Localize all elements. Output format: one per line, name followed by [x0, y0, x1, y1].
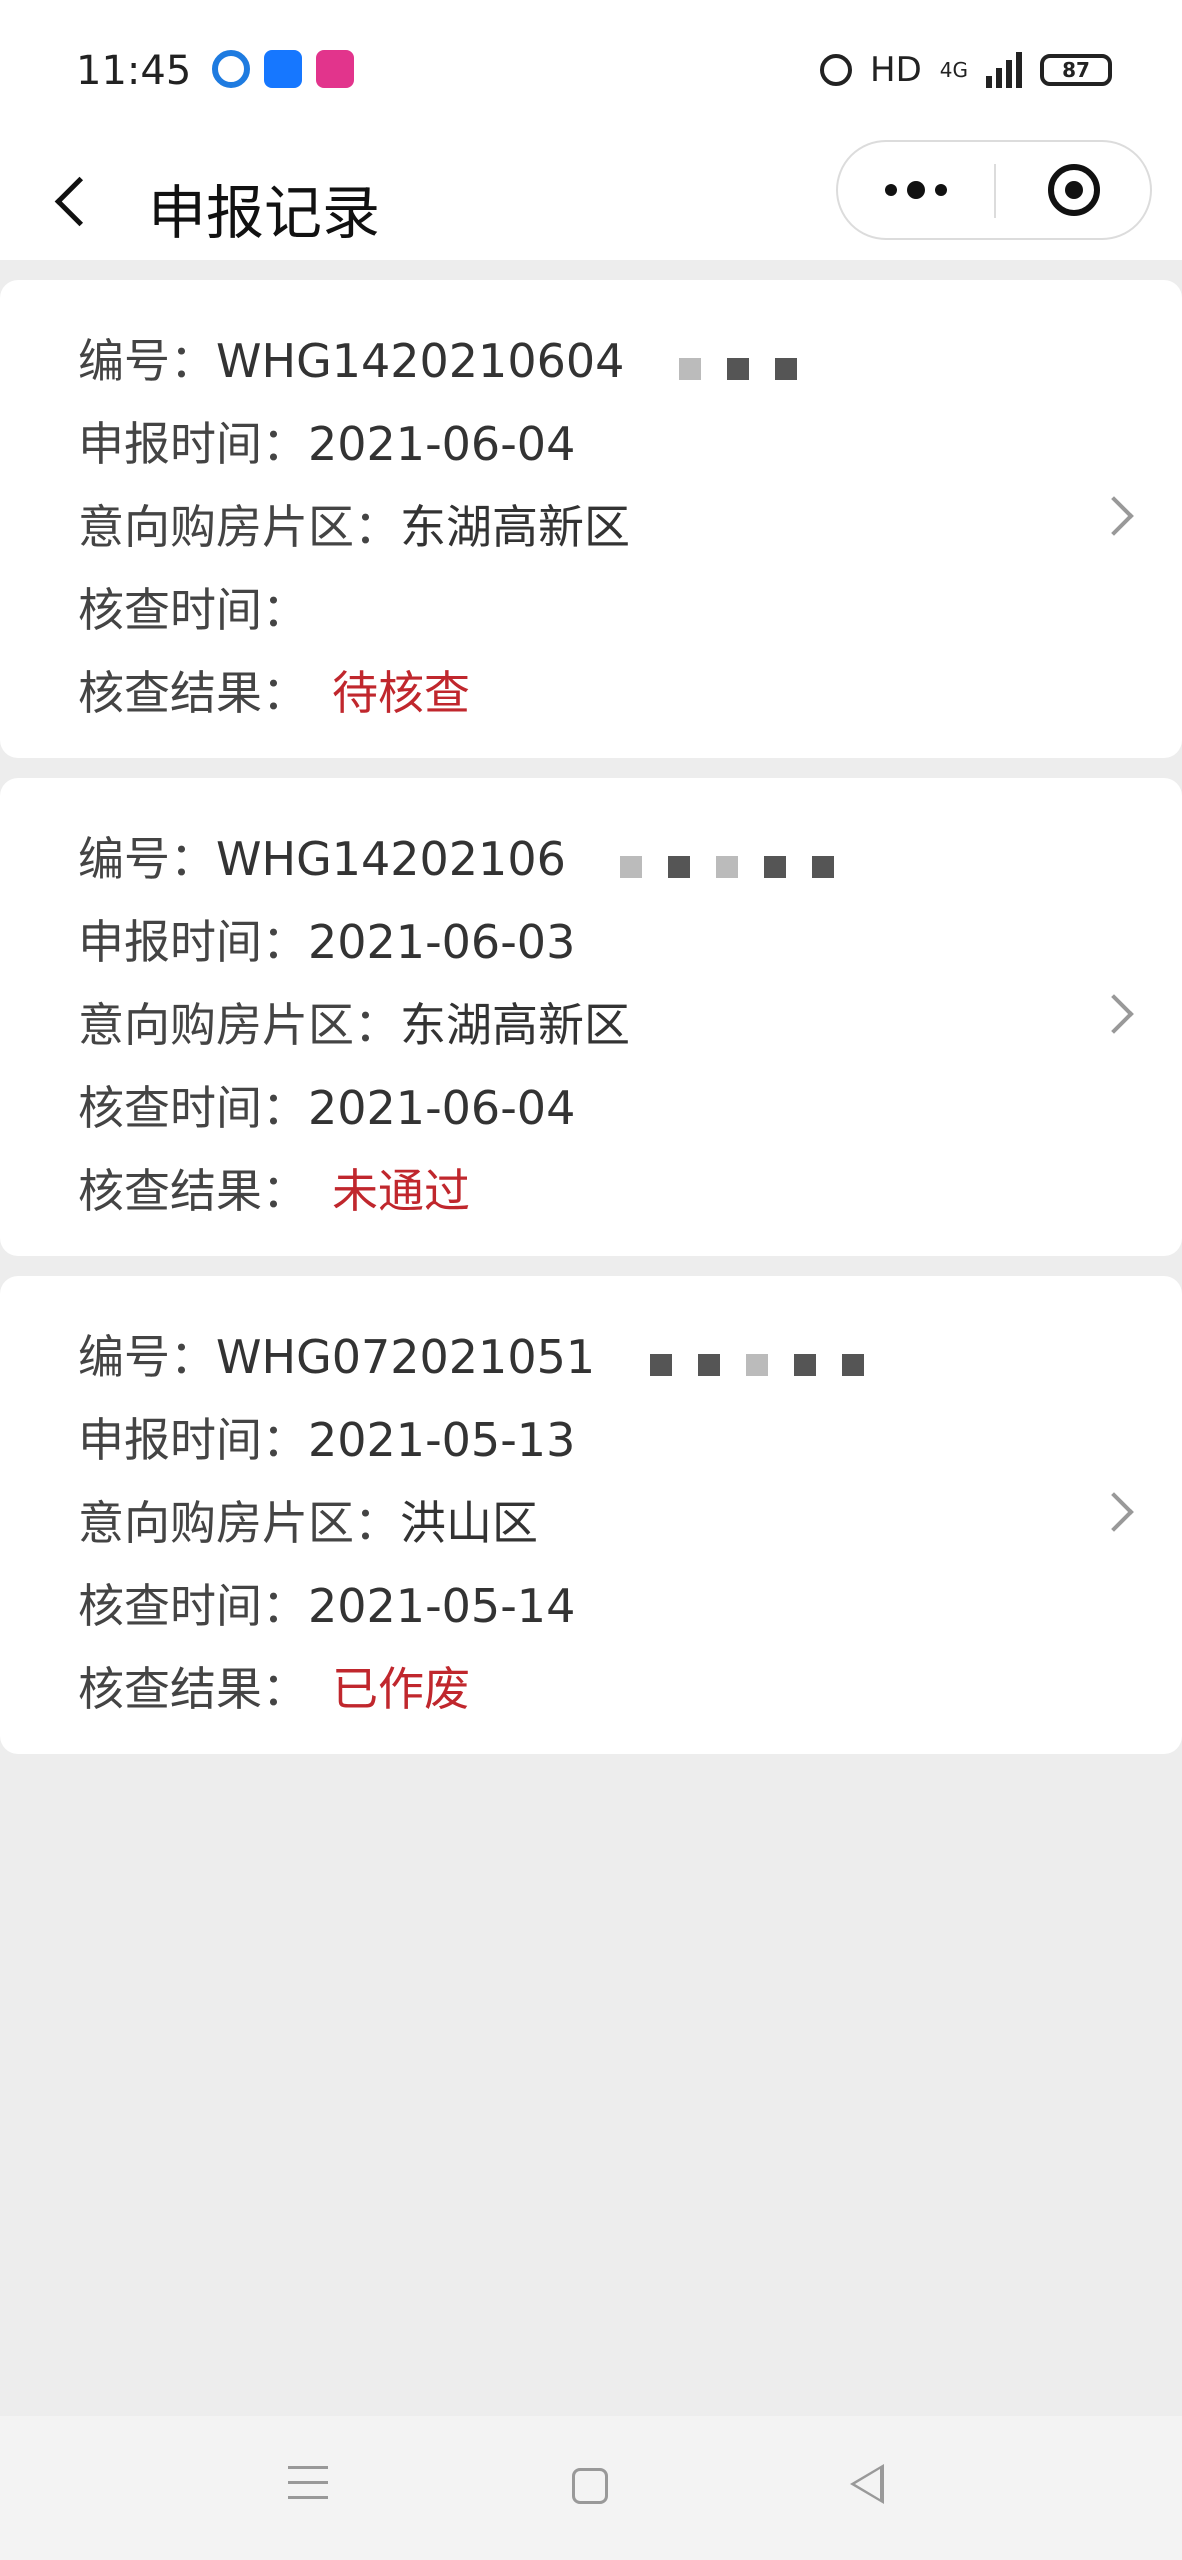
more-button[interactable] — [838, 142, 994, 238]
record-card[interactable]: 编号：WHG072021051 申报时间：2021-05-13 意向购房片区：洪… — [0, 1276, 1182, 1754]
result-row: 核查结果： 未通过 — [78, 1150, 1182, 1233]
id-value: WHG1420210604 — [216, 334, 625, 388]
id-label: 编号： — [78, 1330, 216, 1384]
status-badge: 待核查 — [332, 666, 470, 720]
close-button[interactable] — [996, 142, 1152, 238]
menu-icon[interactable] — [288, 2466, 328, 2506]
signal-icon — [986, 52, 1022, 88]
back-triangle-icon[interactable] — [850, 2464, 884, 2504]
browser-icon — [212, 50, 250, 88]
redacted-mask — [620, 821, 860, 904]
system-nav-bar — [0, 2416, 1182, 2560]
status-badge: 未通过 — [332, 1164, 470, 1218]
chevron-left-icon[interactable] — [44, 156, 114, 246]
report-time-row: 申报时间：2021-06-04 — [78, 403, 1182, 486]
district-value: 东湖高新区 — [400, 500, 630, 554]
district-label: 意向购房片区： — [78, 500, 400, 554]
more-dots-icon — [935, 184, 947, 196]
record-card[interactable]: 编号：WHG1420210604 申报时间：2021-06-04 意向购房片区：… — [0, 280, 1182, 758]
record-id-row: 编号：WHG1420210604 — [78, 320, 1182, 403]
record-id-row: 编号：WHG072021051 — [78, 1316, 1182, 1399]
id-value: WHG14202106 — [216, 832, 566, 886]
id-value: WHG072021051 — [216, 1330, 596, 1384]
report-time-value: 2021-05-13 — [308, 1413, 576, 1467]
redacted-mask — [649, 1319, 890, 1402]
report-time-row: 申报时间：2021-06-03 — [78, 901, 1182, 984]
district-label: 意向购房片区： — [78, 1496, 400, 1550]
check-time-label: 核查时间： — [78, 1081, 308, 1135]
district-value: 洪山区 — [400, 1496, 538, 1550]
more-dots-icon — [885, 184, 897, 196]
mini-program-capsule — [836, 140, 1152, 240]
status-time: 11:45 — [76, 48, 192, 94]
redacted-mask — [679, 323, 823, 406]
record-id-row: 编号：WHG14202106 — [78, 818, 1182, 901]
result-row: 核查结果： 待核查 — [78, 652, 1182, 735]
home-icon[interactable] — [572, 2468, 608, 2504]
result-label: 核查结果： — [78, 666, 308, 720]
district-row: 意向购房片区：洪山区 — [78, 1482, 1182, 1565]
status-bar: 11:45 HD 4G 87 — [0, 0, 1182, 140]
app-icon — [316, 50, 354, 88]
check-time-row: 核查时间：2021-06-04 — [78, 1067, 1182, 1150]
page-title: 申报记录 — [148, 179, 381, 247]
target-close-icon — [1048, 164, 1100, 216]
report-time-value: 2021-06-04 — [308, 417, 576, 471]
report-time-label: 申报时间： — [78, 417, 308, 471]
check-time-value: 2021-06-04 — [308, 1081, 576, 1135]
record-list: 编号：WHG1420210604 申报时间：2021-06-04 意向购房片区：… — [0, 280, 1182, 1774]
report-time-value: 2021-06-03 — [308, 915, 576, 969]
district-label: 意向购房片区： — [78, 998, 400, 1052]
check-time-value: 2021-05-14 — [308, 1579, 576, 1633]
battery-icon: 87 — [1040, 54, 1112, 86]
network-label: 4G — [939, 58, 968, 82]
alarm-icon — [820, 54, 853, 86]
district-row: 意向购房片区：东湖高新区 — [78, 984, 1182, 1067]
hd-label: HD — [870, 50, 922, 90]
check-time-row: 核查时间：2021-05-14 — [78, 1565, 1182, 1648]
more-dots-icon — [907, 181, 925, 199]
target-dot — [1065, 181, 1083, 199]
result-label: 核查结果： — [78, 1164, 308, 1218]
nav-bar: 申报记录 — [0, 140, 1182, 260]
id-label: 编号： — [78, 334, 216, 388]
district-row: 意向购房片区：东湖高新区 — [78, 486, 1182, 569]
result-label: 核查结果： — [78, 1662, 308, 1716]
id-label: 编号： — [78, 832, 216, 886]
alipay-icon — [264, 50, 302, 88]
report-time-label: 申报时间： — [78, 915, 308, 969]
notification-icons — [212, 50, 354, 88]
battery-level: 87 — [1062, 58, 1090, 82]
record-card[interactable]: 编号：WHG14202106 申报时间：2021-06-03 意向购房片区：东湖… — [0, 778, 1182, 1256]
report-time-row: 申报时间：2021-05-13 — [78, 1399, 1182, 1482]
district-value: 东湖高新区 — [400, 998, 630, 1052]
result-row: 核查结果： 已作废 — [78, 1648, 1182, 1731]
check-time-row: 核查时间： — [78, 569, 1182, 652]
report-time-label: 申报时间： — [78, 1413, 308, 1467]
check-time-label: 核查时间： — [78, 583, 308, 637]
status-right: HD 4G 87 — [820, 50, 1112, 90]
check-time-label: 核查时间： — [78, 1579, 308, 1633]
status-badge: 已作废 — [332, 1662, 470, 1716]
